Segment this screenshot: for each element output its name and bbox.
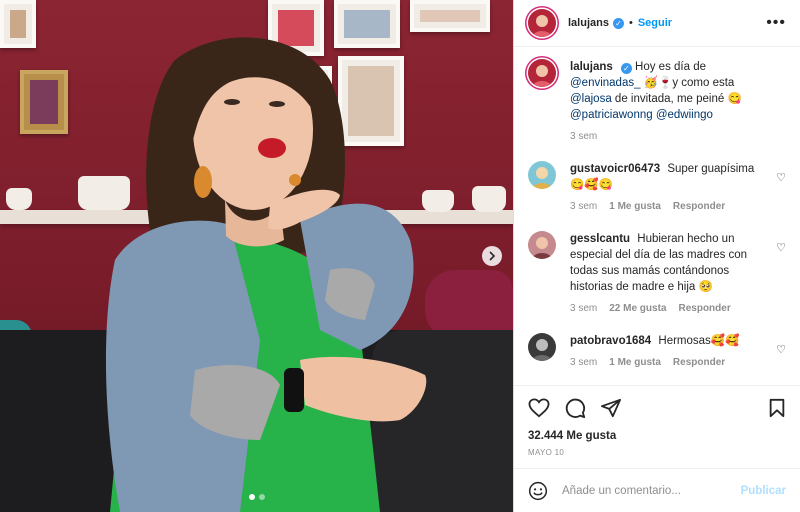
comment-time[interactable]: 3 sem — [570, 301, 597, 317]
comment-text: Hermosas🥰🥰 — [658, 335, 740, 347]
separator: • — [628, 17, 633, 29]
carousel-next-button[interactable] — [482, 246, 502, 266]
publish-button[interactable]: Publicar — [741, 485, 786, 497]
mention-link[interactable]: @edwiingo — [656, 109, 713, 121]
verified-badge-icon: ✓ — [612, 17, 624, 29]
bookmark-icon[interactable] — [768, 398, 786, 418]
reply-button[interactable]: Responder — [678, 301, 730, 317]
caption-body: lalujans ✓ Hoy es día de @envinadas_ 🥳🍷y … — [570, 59, 786, 145]
comment-icon[interactable] — [564, 397, 586, 419]
action-bar — [528, 396, 786, 420]
comment-item: patobravo1684 Hermosas🥰🥰 3 sem 1 Me gust… — [528, 333, 786, 371]
caption: lalujans ✓ Hoy es día de @envinadas_ 🥳🍷y … — [528, 59, 786, 145]
caption-username[interactable]: lalujans — [570, 61, 613, 73]
person-illustration — [105, 37, 427, 512]
avatar-image — [528, 59, 556, 87]
carousel-dot-active — [248, 494, 255, 500]
comment-composer: Añade un comentario... Publicar — [514, 468, 800, 512]
carousel-indicators — [0, 494, 513, 500]
mention-link[interactable]: @lajosa — [570, 93, 612, 105]
comment-body: gesslcantu Hubieran hecho un especial de… — [570, 231, 786, 317]
author-avatar[interactable] — [528, 59, 556, 87]
avatar-image — [528, 161, 556, 189]
comment-time[interactable]: 3 sem — [570, 199, 597, 215]
caption-text: Hoy es día de — [635, 61, 706, 73]
comment-likes[interactable]: 1 Me gusta — [609, 355, 661, 371]
comment-meta: 3 sem 1 Me gusta Responder — [570, 355, 766, 371]
commenter-avatar[interactable] — [528, 333, 556, 361]
caption-meta: 3 sem — [570, 129, 766, 145]
author-avatar[interactable] — [528, 9, 556, 37]
comment-item: gustavoicr06473 Super guapísima 😋🥰😋 3 se… — [528, 161, 786, 215]
carousel-dot — [258, 494, 265, 500]
comment-like-heart-icon[interactable]: ♡ — [776, 241, 786, 254]
caption-text: de invitada, me peiné 😋 — [611, 93, 742, 105]
avatar-image — [528, 333, 556, 361]
author-username[interactable]: lalujans — [568, 17, 609, 29]
comment-meta: 3 sem 1 Me gusta Responder — [570, 199, 766, 215]
post-header: lalujans ✓ • Seguir ••• — [514, 0, 800, 47]
comment-likes[interactable]: 22 Me gusta — [609, 301, 666, 317]
comment-body: gustavoicr06473 Super guapísima 😋🥰😋 3 se… — [570, 161, 786, 215]
post-sidebar: lalujans ✓ • Seguir ••• lalujans ✓ Hoy es… — [513, 0, 800, 512]
follow-button[interactable]: Seguir — [638, 17, 672, 29]
comment-username[interactable]: patobravo1684 — [570, 335, 651, 347]
caption-text: 🥳🍷y como esta — [640, 77, 735, 89]
post-media[interactable] — [0, 0, 513, 512]
comment-body: patobravo1684 Hermosas🥰🥰 3 sem 1 Me gust… — [570, 333, 786, 371]
chevron-right-icon — [489, 251, 496, 261]
share-icon[interactable] — [600, 398, 622, 418]
comment-likes[interactable]: 1 Me gusta — [609, 199, 661, 215]
reply-button[interactable]: Responder — [673, 199, 725, 215]
comment-like-heart-icon[interactable]: ♡ — [776, 171, 786, 184]
comment-username[interactable]: gesslcantu — [570, 233, 630, 245]
comment-item: gesslcantu Hubieran hecho un especial de… — [528, 231, 786, 317]
commenter-avatar[interactable] — [528, 231, 556, 259]
commenter-avatar[interactable] — [528, 161, 556, 189]
mention-link[interactable]: @envinadas_ — [570, 77, 641, 89]
comment-input[interactable]: Añade un comentario... — [562, 485, 741, 497]
reply-button[interactable]: Responder — [673, 355, 725, 371]
caption-time[interactable]: 3 sem — [570, 129, 597, 145]
mention-link[interactable]: @patriciawonng — [570, 109, 653, 121]
post-date[interactable]: MAYO 10 — [528, 448, 786, 457]
heart-icon[interactable] — [528, 398, 550, 418]
likes-count[interactable]: 32.444 Me gusta — [528, 430, 786, 442]
caption-mentions: @patriciawonng @edwiingo — [570, 107, 766, 123]
comment-time[interactable]: 3 sem — [570, 355, 597, 371]
comment-like-heart-icon[interactable]: ♡ — [776, 343, 786, 356]
post-actions: 32.444 Me gusta MAYO 10 Añade un comenta… — [514, 385, 800, 512]
comment-username[interactable]: gustavoicr06473 — [570, 163, 660, 175]
emoji-icon[interactable] — [528, 481, 548, 501]
verified-badge-icon: ✓ — [620, 63, 632, 74]
avatar-image — [528, 231, 556, 259]
post-viewer: lalujans ✓ • Seguir ••• lalujans ✓ Hoy es… — [0, 0, 800, 512]
comments-list[interactable]: lalujans ✓ Hoy es día de @envinadas_ 🥳🍷y … — [514, 47, 800, 385]
more-options-icon[interactable]: ••• — [766, 14, 786, 32]
avatar-image — [528, 9, 556, 37]
comment-meta: 3 sem 22 Me gusta Responder — [570, 301, 766, 317]
